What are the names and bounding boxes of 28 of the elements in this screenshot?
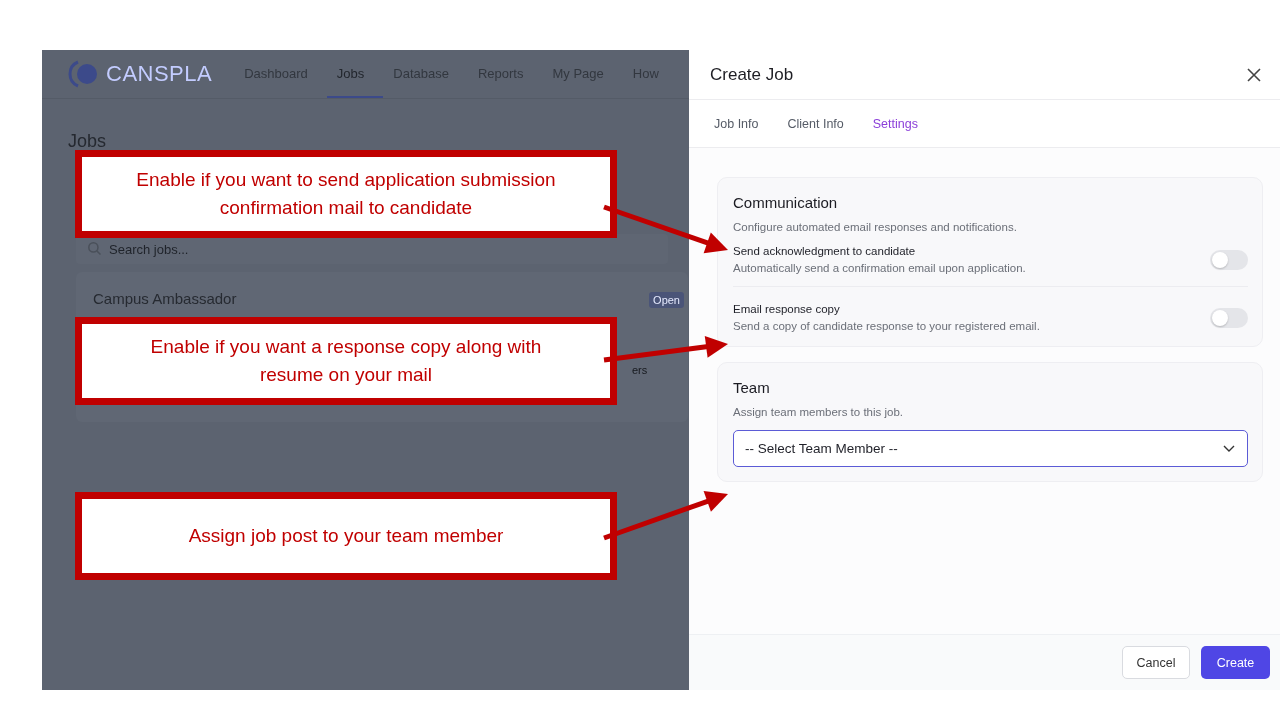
tab[interactable]: Job Info (714, 116, 759, 131)
toggle-switch[interactable] (1210, 249, 1248, 270)
status-badge: Open (649, 292, 684, 308)
job-detail-text: ers (632, 364, 648, 376)
create-button[interactable]: Create (1201, 646, 1270, 679)
annotation-tooltip: Enable if you want to send application submission confirmation mail to candidate (75, 150, 617, 238)
setting-description: Automatically send a confirmation email upon application. (733, 262, 1026, 274)
toggle-switch[interactable] (1210, 307, 1248, 328)
panel-title: Create Job (710, 64, 794, 85)
team-member-select[interactable]: -- Select Team Member -- (733, 430, 1248, 467)
section-description: Assign team members to this job. (733, 406, 904, 418)
section-title: Team (733, 379, 771, 396)
annotation-tooltip: Enable if you want a response copy along with resume on your mail (75, 317, 617, 405)
tab[interactable]: Client Info (787, 116, 844, 131)
section-title: Communication (733, 194, 839, 211)
setting-description: Send a copy of candidate response to your registered email. (733, 320, 1040, 332)
close-icon[interactable] (1247, 67, 1261, 82)
tab[interactable]: Settings (872, 116, 918, 131)
chevron-down-icon (1223, 444, 1235, 453)
logo-text: CANSPLA (106, 61, 213, 87)
job-title: Campus Ambassador (93, 290, 237, 307)
setting-label: Email response copy (733, 303, 841, 315)
section-description: Configure automated email responses and notifications. (733, 221, 1018, 233)
page-title: Jobs (68, 131, 108, 152)
logo-icon (68, 59, 100, 89)
annotation-tooltip: Assign job post to your team member (75, 492, 617, 580)
setting-label: Send acknowledgment to candidate (733, 245, 917, 257)
cancel-button[interactable]: Cancel (1122, 646, 1190, 679)
